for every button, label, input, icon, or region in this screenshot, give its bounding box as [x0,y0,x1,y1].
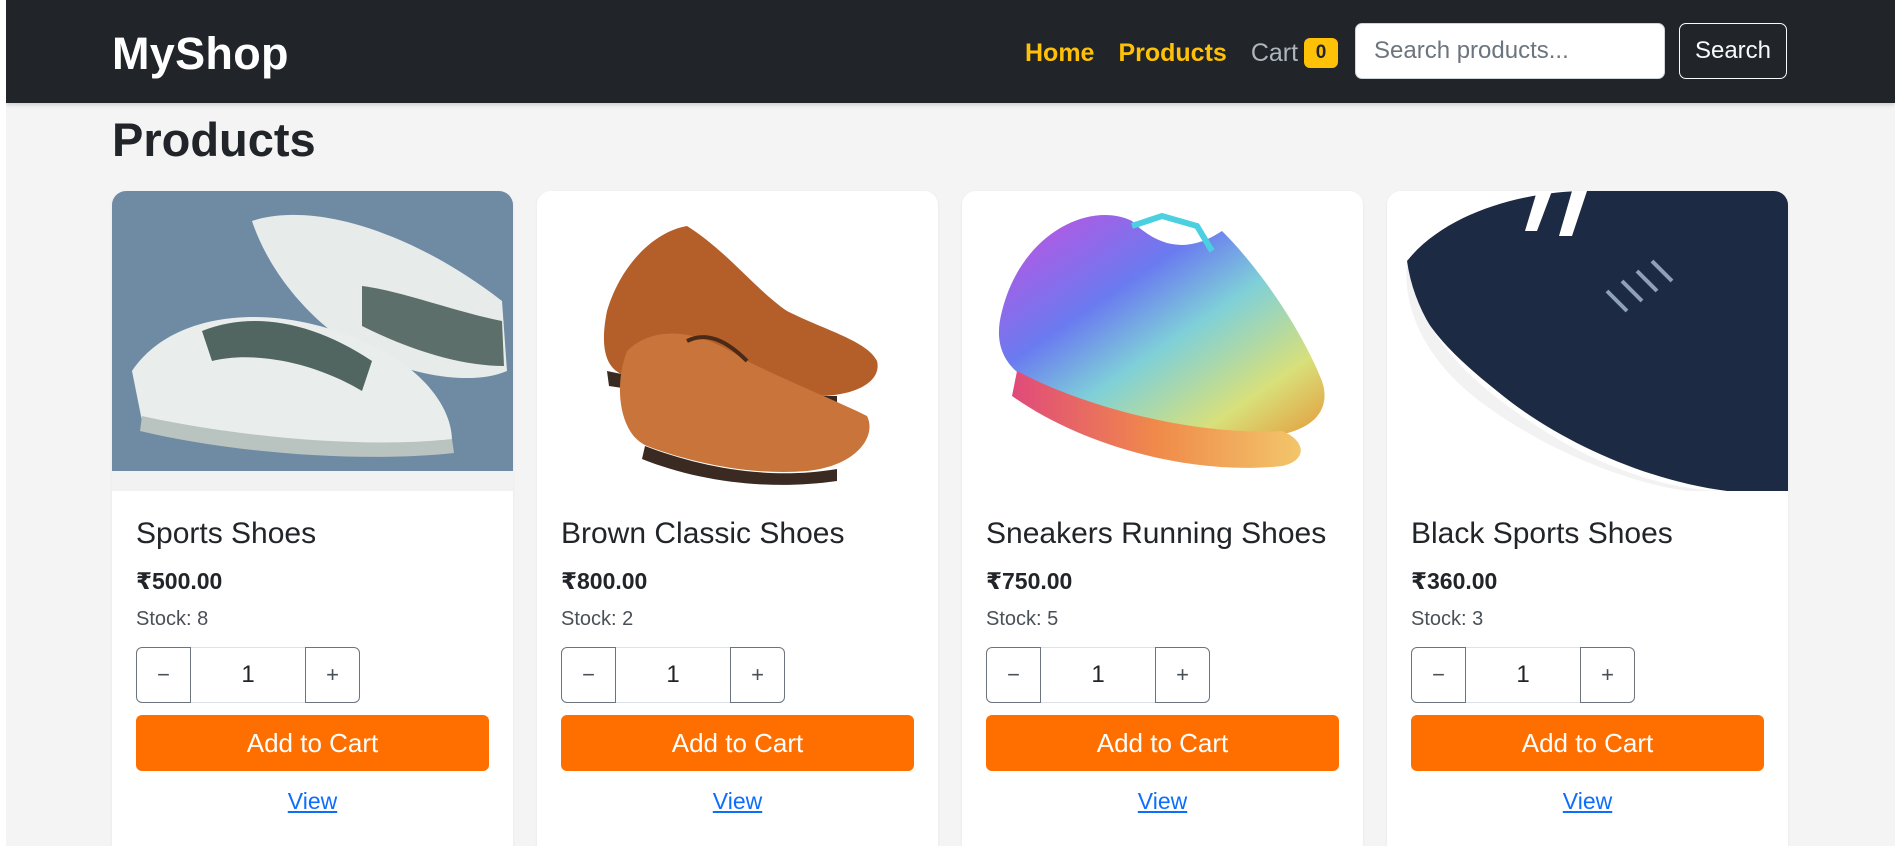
product-price: ₹800.00 [561,568,648,594]
nav-links: Home Products Cart 0 [1025,38,1339,68]
product-card: Sneakers Running Shoes ₹750.00 Stock: 5 … [962,191,1363,846]
product-image-sports-shoes[interactable] [112,191,513,491]
app-frame: MyShop Home Products Cart 0 Search Produ… [6,0,1895,846]
add-to-cart-button[interactable]: Add to Cart [1411,715,1764,771]
quantity-decrement-button[interactable]: − [136,647,191,703]
cart-count-badge: 0 [1304,38,1339,68]
page-title: Products [112,113,316,166]
top-navbar: MyShop Home Products Cart 0 Search [6,0,1895,103]
product-card: Sports Shoes ₹500.00 Stock: 8 − + Add to… [112,191,513,846]
product-title: Black Sports Shoes [1411,517,1673,550]
nav-home-link[interactable]: Home [1025,38,1094,68]
search-input[interactable] [1355,23,1665,79]
product-title: Sports Shoes [136,517,317,550]
quantity-increment-button[interactable]: + [305,647,360,703]
quantity-stepper: − + [1411,647,1635,703]
nav-cart-label: Cart [1250,39,1299,67]
quantity-stepper: − + [561,647,785,703]
product-stock: Stock: 5 [986,608,1059,630]
quantity-input[interactable] [191,647,305,703]
quantity-decrement-button[interactable]: − [561,647,616,703]
quantity-stepper: − + [136,647,360,703]
quantity-input[interactable] [1041,647,1155,703]
quantity-increment-button[interactable]: + [730,647,785,703]
view-product-link[interactable]: View [1411,787,1764,815]
product-grid: Sports Shoes ₹500.00 Stock: 8 − + Add to… [112,191,1788,846]
add-to-cart-button[interactable]: Add to Cart [136,715,489,771]
nav-products-link[interactable]: Products [1118,38,1226,68]
quantity-increment-button[interactable]: + [1155,647,1210,703]
quantity-input[interactable] [616,647,730,703]
view-product-link[interactable]: View [986,787,1339,815]
quantity-input[interactable] [1466,647,1580,703]
add-to-cart-button[interactable]: Add to Cart [986,715,1339,771]
nav-cart-link[interactable]: Cart 0 [1250,38,1339,68]
product-title: Sneakers Running Shoes [986,517,1327,550]
product-price: ₹750.00 [986,568,1073,594]
product-image-sneakers-running-shoes[interactable] [962,191,1363,491]
quantity-stepper: − + [986,647,1210,703]
product-card: Brown Classic Shoes ₹800.00 Stock: 2 − +… [537,191,938,846]
product-price: ₹500.00 [136,568,223,594]
add-to-cart-button[interactable]: Add to Cart [561,715,914,771]
product-stock: Stock: 8 [136,608,209,630]
brand-logo[interactable]: MyShop [112,28,289,80]
view-product-link[interactable]: View [136,787,489,815]
product-stock: Stock: 3 [1411,608,1484,630]
product-stock: Stock: 2 [561,608,634,630]
product-price: ₹360.00 [1411,568,1498,594]
quantity-decrement-button[interactable]: − [986,647,1041,703]
quantity-increment-button[interactable]: + [1580,647,1635,703]
product-image-brown-classic-shoes[interactable] [537,191,938,491]
product-title: Brown Classic Shoes [561,517,845,550]
view-product-link[interactable]: View [561,787,914,815]
product-image-black-sports-shoes[interactable] [1387,191,1788,491]
product-card: Black Sports Shoes ₹360.00 Stock: 3 − + … [1387,191,1788,846]
search-button[interactable]: Search [1679,23,1787,79]
quantity-decrement-button[interactable]: − [1411,647,1466,703]
